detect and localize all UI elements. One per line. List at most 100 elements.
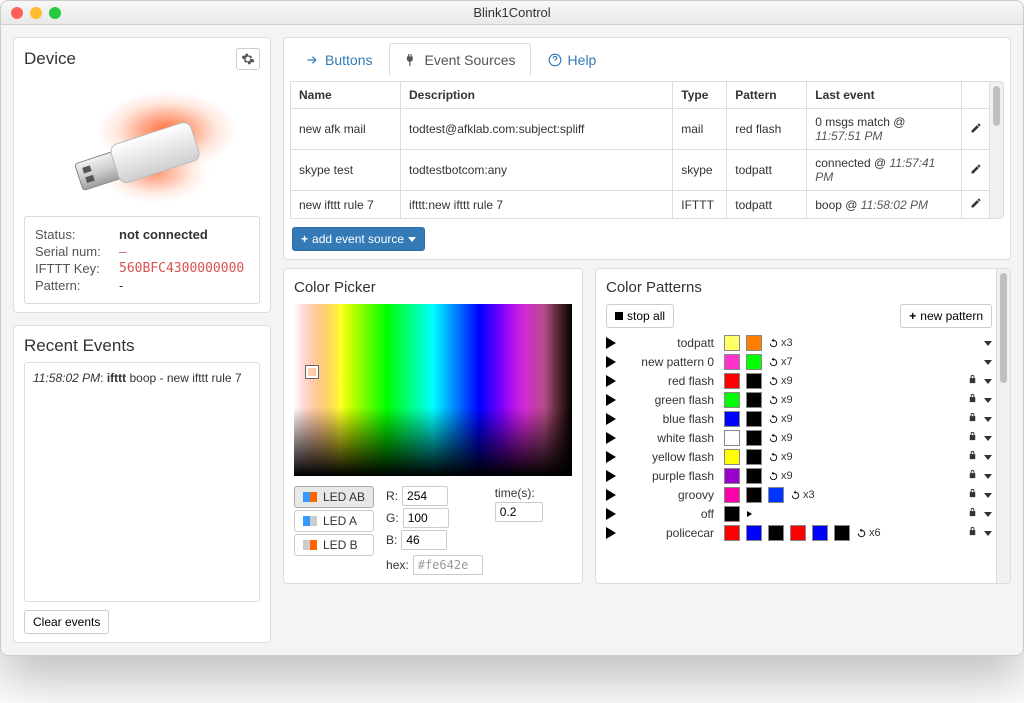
- pattern-row: off: [606, 505, 992, 523]
- pattern-menu-button[interactable]: [984, 436, 992, 441]
- pattern-menu-button[interactable]: [984, 512, 992, 517]
- pencil-icon: [970, 197, 982, 209]
- play-pattern-button[interactable]: [606, 470, 616, 482]
- pattern-menu-button[interactable]: [984, 360, 992, 365]
- color-chip[interactable]: [724, 468, 740, 484]
- color-chip[interactable]: [724, 411, 740, 427]
- color-chip[interactable]: [746, 487, 762, 503]
- pattern-name[interactable]: groovy: [622, 488, 718, 502]
- color-chip[interactable]: [834, 525, 850, 541]
- play-pattern-button[interactable]: [606, 413, 616, 425]
- stop-all-button[interactable]: stop all: [606, 304, 674, 328]
- pattern-name[interactable]: off: [622, 507, 718, 521]
- play-pattern-button[interactable]: [606, 394, 616, 406]
- repeat-indicator: x9: [768, 432, 793, 444]
- pattern-menu-button[interactable]: [984, 341, 992, 346]
- new-pattern-button[interactable]: + new pattern: [900, 304, 992, 328]
- pattern-name[interactable]: policecar: [622, 526, 718, 540]
- color-chip[interactable]: [746, 430, 762, 446]
- pattern-row: green flash x9: [606, 391, 992, 409]
- color-chip[interactable]: [724, 354, 740, 370]
- led-a-button[interactable]: LED A: [294, 510, 374, 532]
- pencil-icon: [970, 122, 982, 134]
- cell-last: boop @ 11:58:02 PM: [807, 191, 962, 219]
- color-chip[interactable]: [746, 373, 762, 389]
- color-chip[interactable]: [812, 525, 828, 541]
- color-chip[interactable]: [746, 525, 762, 541]
- color-chip[interactable]: [746, 411, 762, 427]
- pattern-name[interactable]: yellow flash: [622, 450, 718, 464]
- g-input[interactable]: [403, 508, 449, 528]
- color-chip[interactable]: [724, 449, 740, 465]
- color-chip[interactable]: [768, 487, 784, 503]
- color-chip[interactable]: [746, 335, 762, 351]
- plug-icon: [404, 53, 418, 67]
- table-row[interactable]: skype test todtestbotcom:any skype todpa…: [291, 150, 990, 191]
- pattern-name[interactable]: todpatt: [622, 336, 718, 350]
- color-chip[interactable]: [724, 335, 740, 351]
- edit-row-button[interactable]: [970, 164, 982, 178]
- gear-icon: [241, 52, 255, 66]
- pattern-name[interactable]: red flash: [622, 374, 718, 388]
- play-pattern-button[interactable]: [606, 356, 616, 368]
- play-pattern-button[interactable]: [606, 451, 616, 463]
- color-chip[interactable]: [724, 487, 740, 503]
- events-scrollbar[interactable]: [990, 81, 1004, 219]
- color-chip[interactable]: [746, 392, 762, 408]
- pattern-menu-button[interactable]: [984, 474, 992, 479]
- color-chip[interactable]: [724, 430, 740, 446]
- play-pattern-button[interactable]: [606, 432, 616, 444]
- patterns-scrollbar[interactable]: [996, 269, 1010, 583]
- pattern-name[interactable]: white flash: [622, 431, 718, 445]
- table-row[interactable]: new ifttt rule 7 ifttt:new ifttt rule 7 …: [291, 191, 990, 219]
- pattern-row: blue flash x9: [606, 410, 992, 428]
- play-pattern-button[interactable]: [606, 508, 616, 520]
- cell-last: 0 msgs match @ 11:57:51 PM: [807, 109, 962, 150]
- color-picker-title: Color Picker: [294, 279, 572, 296]
- pattern-menu-button[interactable]: [984, 379, 992, 384]
- color-chip[interactable]: [768, 525, 784, 541]
- hex-input[interactable]: [413, 555, 483, 575]
- pattern-name[interactable]: green flash: [622, 393, 718, 407]
- pattern-name[interactable]: blue flash: [622, 412, 718, 426]
- cell-name: new afk mail: [291, 109, 401, 150]
- color-chip[interactable]: [790, 525, 806, 541]
- play-pattern-button[interactable]: [606, 337, 616, 349]
- color-chip[interactable]: [724, 392, 740, 408]
- color-swatch-area[interactable]: [294, 304, 572, 476]
- clear-events-button[interactable]: Clear events: [24, 610, 109, 634]
- color-chip[interactable]: [746, 449, 762, 465]
- repeat-indicator: x7: [768, 356, 793, 368]
- time-input[interactable]: [495, 502, 543, 522]
- tab-buttons[interactable]: Buttons: [290, 43, 387, 76]
- pattern-menu-button[interactable]: [984, 398, 992, 403]
- led-ab-button[interactable]: LED AB: [294, 486, 374, 508]
- play-pattern-button[interactable]: [606, 489, 616, 501]
- play-pattern-button[interactable]: [606, 527, 616, 539]
- pattern-menu-button[interactable]: [984, 493, 992, 498]
- tab-help[interactable]: Help: [533, 43, 612, 76]
- led-b-button[interactable]: LED B: [294, 534, 374, 556]
- pattern-menu-button[interactable]: [984, 531, 992, 536]
- add-event-source-button[interactable]: + add event source: [292, 227, 425, 251]
- r-input[interactable]: [402, 486, 448, 506]
- color-cursor[interactable]: [306, 366, 318, 378]
- edit-row-button[interactable]: [970, 198, 982, 212]
- pattern-name[interactable]: new pattern 0: [622, 355, 718, 369]
- table-row[interactable]: new afk mail todtest@afklab.com:subject:…: [291, 109, 990, 150]
- color-chip[interactable]: [724, 373, 740, 389]
- color-chip[interactable]: [746, 354, 762, 370]
- device-settings-button[interactable]: [236, 48, 260, 70]
- pattern-menu-button[interactable]: [984, 455, 992, 460]
- color-chip[interactable]: [724, 525, 740, 541]
- pattern-row: purple flash x9: [606, 467, 992, 485]
- color-chip[interactable]: [724, 506, 740, 522]
- edit-row-button[interactable]: [970, 123, 982, 137]
- tab-event-sources[interactable]: Event Sources: [389, 43, 530, 76]
- repeat-indicator: x3: [790, 489, 815, 501]
- pattern-menu-button[interactable]: [984, 417, 992, 422]
- b-input[interactable]: [401, 530, 447, 550]
- play-pattern-button[interactable]: [606, 375, 616, 387]
- color-chip[interactable]: [746, 468, 762, 484]
- pattern-name[interactable]: purple flash: [622, 469, 718, 483]
